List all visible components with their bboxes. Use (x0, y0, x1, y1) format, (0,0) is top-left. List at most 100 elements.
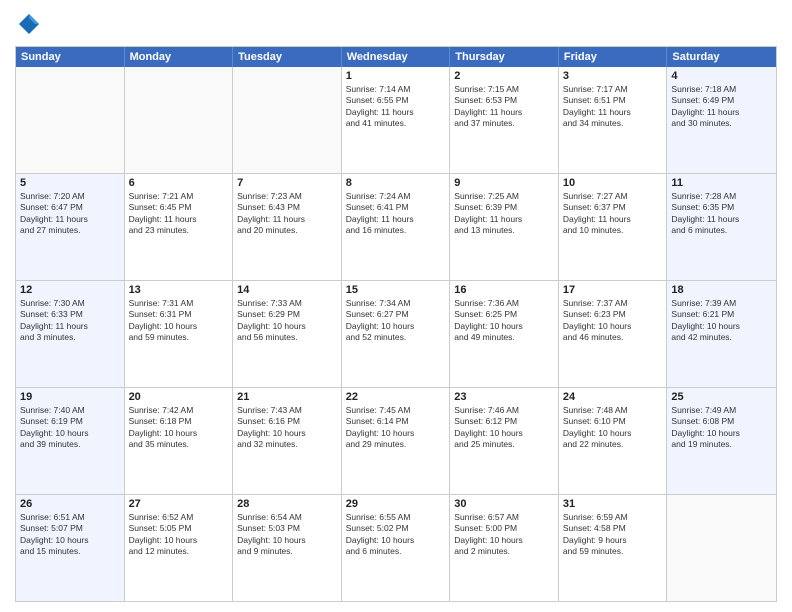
day-number: 5 (20, 177, 120, 189)
weekday-header-wednesday: Wednesday (342, 47, 451, 67)
day-cell-26: 26 Sunrise: 6:51 AMSunset: 5:07 PMDayligh… (16, 495, 125, 601)
day-info: Sunrise: 7:23 AMSunset: 6:43 PMDaylight:… (237, 191, 337, 237)
empty-cell-0-2 (233, 67, 342, 173)
day-number: 11 (671, 177, 772, 189)
day-cell-11: 11 Sunrise: 7:28 AMSunset: 6:35 PMDayligh… (667, 174, 776, 280)
weekday-header-monday: Monday (125, 47, 234, 67)
calendar-row-4: 26 Sunrise: 6:51 AMSunset: 5:07 PMDayligh… (16, 494, 776, 601)
day-cell-2: 2 Sunrise: 7:15 AMSunset: 6:53 PMDaylight… (450, 67, 559, 173)
day-info: Sunrise: 7:20 AMSunset: 6:47 PMDaylight:… (20, 191, 120, 237)
day-info: Sunrise: 6:54 AMSunset: 5:03 PMDaylight:… (237, 512, 337, 558)
day-cell-16: 16 Sunrise: 7:36 AMSunset: 6:25 PMDayligh… (450, 281, 559, 387)
day-cell-28: 28 Sunrise: 6:54 AMSunset: 5:03 PMDayligh… (233, 495, 342, 601)
day-info: Sunrise: 7:14 AMSunset: 6:55 PMDaylight:… (346, 84, 446, 130)
day-info: Sunrise: 7:15 AMSunset: 6:53 PMDaylight:… (454, 84, 554, 130)
day-number: 24 (563, 391, 663, 403)
calendar-body: 1 Sunrise: 7:14 AMSunset: 6:55 PMDaylight… (16, 67, 776, 601)
day-info: Sunrise: 7:33 AMSunset: 6:29 PMDaylight:… (237, 298, 337, 344)
day-info: Sunrise: 7:42 AMSunset: 6:18 PMDaylight:… (129, 405, 229, 451)
day-info: Sunrise: 7:21 AMSunset: 6:45 PMDaylight:… (129, 191, 229, 237)
day-number: 21 (237, 391, 337, 403)
day-info: Sunrise: 6:57 AMSunset: 5:00 PMDaylight:… (454, 512, 554, 558)
header (15, 10, 777, 38)
day-cell-23: 23 Sunrise: 7:46 AMSunset: 6:12 PMDayligh… (450, 388, 559, 494)
day-info: Sunrise: 7:46 AMSunset: 6:12 PMDaylight:… (454, 405, 554, 451)
day-cell-6: 6 Sunrise: 7:21 AMSunset: 6:45 PMDaylight… (125, 174, 234, 280)
day-info: Sunrise: 7:45 AMSunset: 6:14 PMDaylight:… (346, 405, 446, 451)
day-info: Sunrise: 7:40 AMSunset: 6:19 PMDaylight:… (20, 405, 120, 451)
day-number: 2 (454, 70, 554, 82)
day-cell-7: 7 Sunrise: 7:23 AMSunset: 6:43 PMDaylight… (233, 174, 342, 280)
day-info: Sunrise: 7:18 AMSunset: 6:49 PMDaylight:… (671, 84, 772, 130)
day-cell-29: 29 Sunrise: 6:55 AMSunset: 5:02 PMDayligh… (342, 495, 451, 601)
day-cell-12: 12 Sunrise: 7:30 AMSunset: 6:33 PMDayligh… (16, 281, 125, 387)
day-info: Sunrise: 7:34 AMSunset: 6:27 PMDaylight:… (346, 298, 446, 344)
day-number: 18 (671, 284, 772, 296)
day-number: 6 (129, 177, 229, 189)
day-cell-20: 20Sunrise: 7:42 AMSunset: 6:18 PMDayligh… (125, 388, 234, 494)
day-number: 30 (454, 498, 554, 510)
day-number: 16 (454, 284, 554, 296)
empty-cell-4-6 (667, 495, 776, 601)
day-number: 12 (20, 284, 120, 296)
day-number: 19 (20, 391, 120, 403)
day-info: Sunrise: 7:36 AMSunset: 6:25 PMDaylight:… (454, 298, 554, 344)
day-cell-10: 10Sunrise: 7:27 AMSunset: 6:37 PMDayligh… (559, 174, 668, 280)
calendar-row-1: 5 Sunrise: 7:20 AMSunset: 6:47 PMDaylight… (16, 173, 776, 280)
day-cell-15: 15 Sunrise: 7:34 AMSunset: 6:27 PMDayligh… (342, 281, 451, 387)
day-cell-25: 25Sunrise: 7:49 AMSunset: 6:08 PMDayligh… (667, 388, 776, 494)
day-info: Sunrise: 7:30 AMSunset: 6:33 PMDaylight:… (20, 298, 120, 344)
day-number: 23 (454, 391, 554, 403)
day-info: Sunrise: 7:43 AMSunset: 6:16 PMDaylight:… (237, 405, 337, 451)
empty-cell-0-1 (125, 67, 234, 173)
calendar-row-0: 1 Sunrise: 7:14 AMSunset: 6:55 PMDaylight… (16, 67, 776, 173)
calendar: SundayMondayTuesdayWednesdayThursdayFrid… (15, 46, 777, 602)
day-cell-19: 19 Sunrise: 7:40 AMSunset: 6:19 PMDayligh… (16, 388, 125, 494)
day-cell-14: 14Sunrise: 7:33 AMSunset: 6:29 PMDayligh… (233, 281, 342, 387)
day-cell-3: 3 Sunrise: 7:17 AMSunset: 6:51 PMDaylight… (559, 67, 668, 173)
day-cell-4: 4 Sunrise: 7:18 AMSunset: 6:49 PMDaylight… (667, 67, 776, 173)
day-number: 29 (346, 498, 446, 510)
day-info: Sunrise: 7:31 AMSunset: 6:31 PMDaylight:… (129, 298, 229, 344)
day-cell-1: 1 Sunrise: 7:14 AMSunset: 6:55 PMDaylight… (342, 67, 451, 173)
day-info: Sunrise: 7:24 AMSunset: 6:41 PMDaylight:… (346, 191, 446, 237)
day-cell-24: 24 Sunrise: 7:48 AMSunset: 6:10 PMDayligh… (559, 388, 668, 494)
day-number: 22 (346, 391, 446, 403)
day-number: 25 (671, 391, 772, 403)
day-number: 4 (671, 70, 772, 82)
calendar-row-2: 12 Sunrise: 7:30 AMSunset: 6:33 PMDayligh… (16, 280, 776, 387)
day-number: 7 (237, 177, 337, 189)
day-info: Sunrise: 6:59 AMSunset: 4:58 PMDaylight:… (563, 512, 663, 558)
weekday-header-tuesday: Tuesday (233, 47, 342, 67)
day-info: Sunrise: 6:55 AMSunset: 5:02 PMDaylight:… (346, 512, 446, 558)
day-cell-27: 27Sunrise: 6:52 AMSunset: 5:05 PMDayligh… (125, 495, 234, 601)
day-cell-22: 22 Sunrise: 7:45 AMSunset: 6:14 PMDayligh… (342, 388, 451, 494)
calendar-row-3: 19 Sunrise: 7:40 AMSunset: 6:19 PMDayligh… (16, 387, 776, 494)
weekday-header-thursday: Thursday (450, 47, 559, 67)
day-cell-5: 5 Sunrise: 7:20 AMSunset: 6:47 PMDaylight… (16, 174, 125, 280)
day-info: Sunrise: 7:25 AMSunset: 6:39 PMDaylight:… (454, 191, 554, 237)
day-number: 17 (563, 284, 663, 296)
weekday-header-friday: Friday (559, 47, 668, 67)
day-number: 15 (346, 284, 446, 296)
day-cell-8: 8 Sunrise: 7:24 AMSunset: 6:41 PMDaylight… (342, 174, 451, 280)
page: SundayMondayTuesdayWednesdayThursdayFrid… (0, 0, 792, 612)
day-number: 3 (563, 70, 663, 82)
day-number: 1 (346, 70, 446, 82)
day-info: Sunrise: 7:37 AMSunset: 6:23 PMDaylight:… (563, 298, 663, 344)
day-info: Sunrise: 6:52 AMSunset: 5:05 PMDaylight:… (129, 512, 229, 558)
day-number: 26 (20, 498, 120, 510)
day-number: 8 (346, 177, 446, 189)
day-cell-18: 18Sunrise: 7:39 AMSunset: 6:21 PMDayligh… (667, 281, 776, 387)
day-info: Sunrise: 7:17 AMSunset: 6:51 PMDaylight:… (563, 84, 663, 130)
day-number: 9 (454, 177, 554, 189)
logo-icon (15, 10, 43, 38)
day-number: 28 (237, 498, 337, 510)
empty-cell-0-0 (16, 67, 125, 173)
day-info: Sunrise: 6:51 AMSunset: 5:07 PMDaylight:… (20, 512, 120, 558)
day-info: Sunrise: 7:48 AMSunset: 6:10 PMDaylight:… (563, 405, 663, 451)
day-cell-13: 13Sunrise: 7:31 AMSunset: 6:31 PMDayligh… (125, 281, 234, 387)
day-number: 31 (563, 498, 663, 510)
calendar-header: SundayMondayTuesdayWednesdayThursdayFrid… (16, 47, 776, 67)
day-info: Sunrise: 7:28 AMSunset: 6:35 PMDaylight:… (671, 191, 772, 237)
